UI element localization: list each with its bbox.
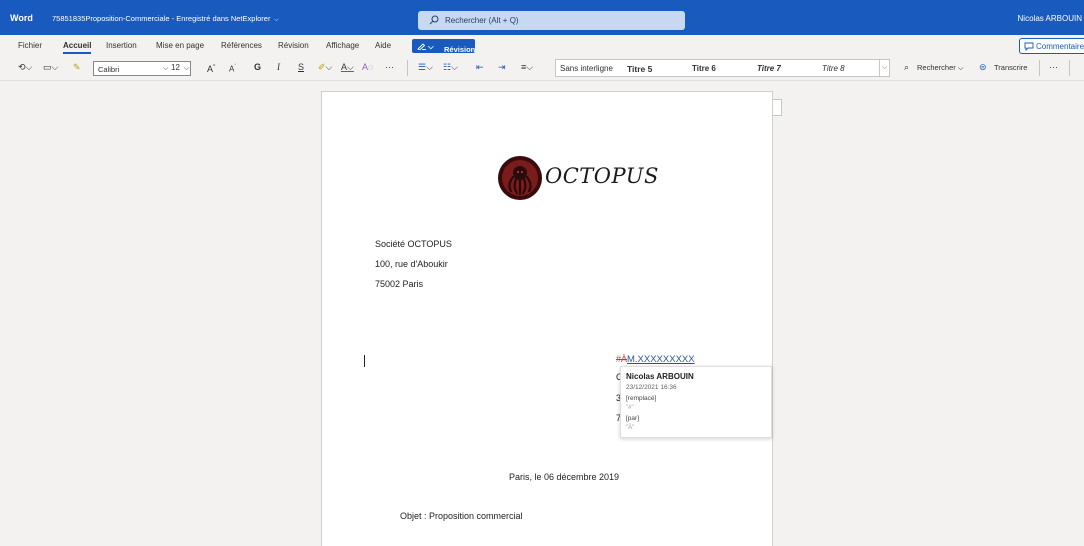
octopus-logo-icon (498, 156, 542, 200)
revision-tooltip: Nicolas ARBOUIN 23/12/2021 16:36 [rempla… (620, 366, 772, 438)
separator (1069, 60, 1070, 76)
revision-author: Nicolas ARBOUIN (626, 372, 694, 381)
style-titre-6[interactable]: Titre 6 (692, 64, 716, 73)
menu-bar: Fichier Accueil Insertion Mise en page R… (0, 35, 1084, 55)
separator (1039, 60, 1040, 76)
bold-button[interactable]: G (254, 62, 261, 72)
increase-indent-icon[interactable]: ⇥ (498, 62, 506, 72)
font-size-value: 12 (171, 63, 180, 72)
menu-references[interactable]: Références (221, 41, 262, 50)
revision-mode-label: Révision ⌵ (428, 42, 476, 54)
document-title-text: 75851835Proposition-Commerciale - Enregi… (52, 14, 271, 23)
styles-gallery[interactable]: Sans interligne Titre 5 Titre 6 Titre 7 … (555, 59, 890, 77)
font-color-icon[interactable]: A⌵ (341, 62, 354, 72)
address-line-street: 100, rue d'Aboukir (375, 259, 448, 269)
comments-label: Commentaires (1036, 42, 1084, 51)
app-name[interactable]: Word (10, 13, 33, 23)
revision-mode-button[interactable]: Révision ⌵ (412, 39, 476, 54)
revision-action-replaced: [remplacé] (626, 395, 657, 402)
menu-insertion[interactable]: Insertion (106, 41, 137, 50)
clear-formatting-icon[interactable]: A◌ (362, 62, 373, 72)
chevron-down-icon: ⌵ (184, 65, 190, 72)
title-bar: Word 75851835Proposition-Commerciale - E… (0, 0, 1084, 35)
menu-aide[interactable]: Aide (375, 41, 391, 50)
separator (407, 60, 408, 76)
style-sans-interligne[interactable]: Sans interligne (560, 64, 613, 73)
search-box[interactable]: Rechercher (Alt + Q) (418, 11, 685, 30)
revision-action-by: [par] (626, 415, 640, 422)
comments-button[interactable]: Commentaires (1019, 38, 1084, 54)
logo-text: OCTOPUS (545, 164, 659, 188)
paste-icon[interactable]: ▭⌵ (43, 62, 58, 72)
chevron-down-icon: ⌵ (163, 65, 169, 72)
page-side-tab (773, 99, 782, 116)
text-cursor (364, 355, 365, 367)
styles-expand-icon[interactable]: ⌵ (879, 60, 889, 76)
find-button[interactable]: Rechercher ⌵ (917, 63, 964, 73)
address-line-city: 75002 Paris (375, 279, 424, 289)
menu-fichier[interactable]: Fichier (18, 41, 42, 50)
search-placeholder: Rechercher (Alt + Q) (445, 16, 519, 25)
grow-font-button[interactable]: A^ (207, 62, 215, 74)
tracked-inserted-text[interactable]: M.XXXXXXXXX (627, 354, 695, 365)
decrease-indent-icon[interactable]: ⇤ (476, 62, 484, 72)
find-icon[interactable]: ⌕ (904, 62, 909, 72)
revision-date: 23/12/2021 16:36 (626, 384, 677, 391)
highlight-icon[interactable]: ✐⌵ (318, 62, 332, 72)
object-line: Objet : Proposition commercial (400, 511, 523, 521)
pen-icon (417, 43, 426, 50)
chevron-down-icon: ⌵ (272, 17, 279, 23)
undo-icon[interactable]: ⟲⌵ (18, 62, 32, 72)
shrink-font-button[interactable]: Aˇ (229, 62, 236, 75)
align-icon[interactable]: ≡⌵ (521, 62, 533, 72)
menu-affichage[interactable]: Affichage (326, 41, 359, 50)
revision-new-value: "À" (626, 425, 635, 431)
font-name-value: Calibri (98, 65, 120, 74)
find-label: Rechercher (917, 63, 956, 72)
style-titre-8[interactable]: Titre 8 (822, 64, 845, 73)
underline-button[interactable]: S (298, 62, 304, 72)
style-titre-5[interactable]: Titre 5 (627, 64, 652, 74)
style-titre-7[interactable]: Titre 7 (757, 64, 781, 73)
dictate-button[interactable]: Transcrire (994, 63, 1027, 73)
menu-accueil[interactable]: Accueil (63, 41, 92, 54)
more-options-button[interactable]: ··· (1049, 62, 1058, 72)
menu-mise-en-page[interactable]: Mise en page (156, 41, 204, 50)
comment-icon (1024, 42, 1034, 51)
revision-mode-text: Révision (444, 45, 476, 54)
tracked-change-marker[interactable]: #À (616, 354, 627, 364)
format-painter-icon[interactable]: ✎ (73, 62, 81, 72)
date-line: Paris, le 06 décembre 2019 (509, 472, 620, 482)
more-font-options-button[interactable]: ··· (385, 62, 394, 72)
search-icon (429, 15, 439, 25)
italic-button[interactable]: I (277, 62, 280, 72)
address-line-company: Société OCTOPUS (375, 239, 452, 249)
dictate-icon[interactable]: ⊜ (979, 62, 987, 72)
user-name[interactable]: Nicolas ARBOUIN (1018, 14, 1082, 23)
bullets-icon[interactable]: ☰⌵ (418, 62, 433, 72)
menu-revision[interactable]: Révision (278, 41, 309, 50)
tracked-change-mark-text: #À (616, 354, 628, 364)
numbering-icon[interactable]: ☷⌵ (443, 62, 458, 72)
document-title[interactable]: 75851835Proposition-Commerciale - Enregi… (52, 14, 279, 24)
font-size-select[interactable]: ⌵ 12 ⌵ (163, 62, 191, 75)
revision-old-value: "#" (626, 405, 634, 411)
